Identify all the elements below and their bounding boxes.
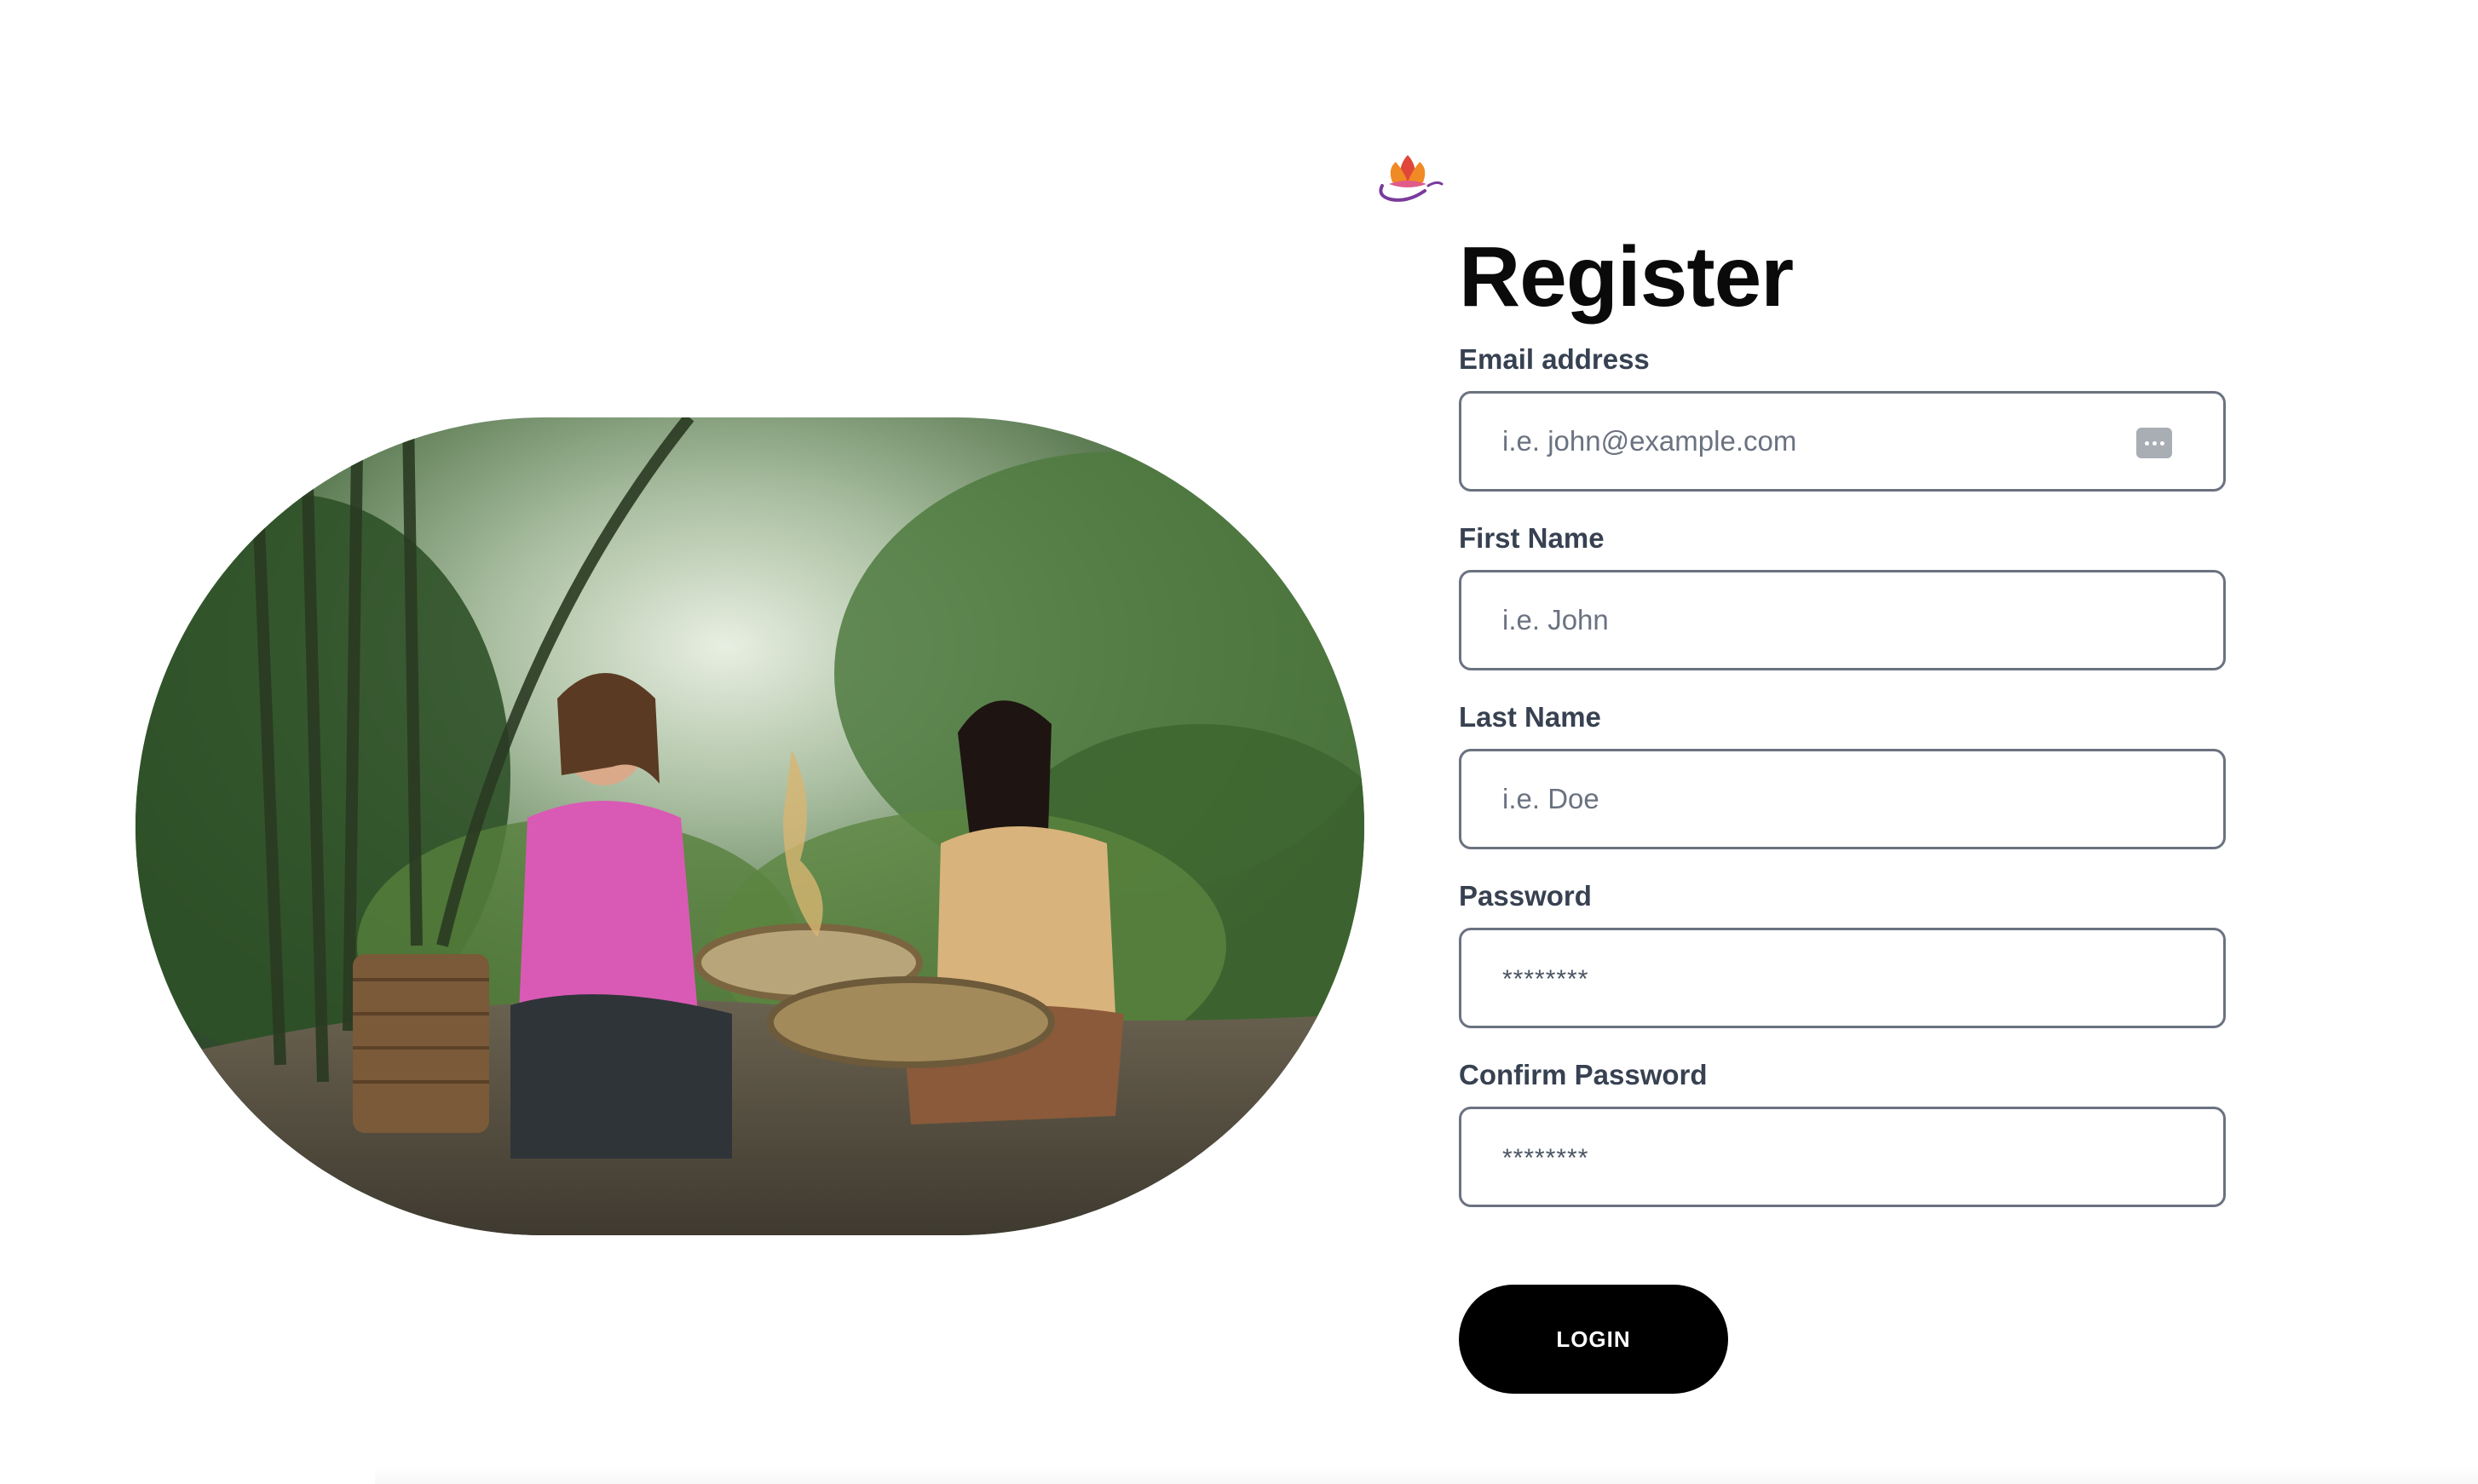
register-page: Register Email address First Name Last N…: [0, 0, 2478, 1484]
password-label: Password: [1459, 880, 1592, 912]
register-form: Register Email address First Name Last N…: [1459, 230, 2226, 1207]
confirm-password-input-box[interactable]: [1459, 1107, 2226, 1207]
last-name-field-group: Last Name: [1459, 700, 2226, 849]
email-input-box[interactable]: [1459, 391, 2226, 492]
email-label: Email address: [1459, 343, 1650, 375]
page-title: Register: [1459, 229, 1794, 325]
login-button[interactable]: LOGIN: [1459, 1285, 1728, 1394]
first-name-field[interactable]: [1461, 572, 2223, 668]
email-field-group: Email address: [1459, 342, 2226, 492]
confirm-password-field[interactable]: [1461, 1109, 2223, 1205]
last-name-label: Last Name: [1459, 701, 1601, 733]
password-field-group: Password: [1459, 879, 2226, 1028]
confirm-password-field-group: Confirm Password: [1459, 1058, 2226, 1207]
first-name-label: First Name: [1459, 522, 1605, 554]
email-field[interactable]: [1461, 394, 2223, 489]
first-name-input-box[interactable]: [1459, 570, 2226, 670]
page-bottom-divider: [375, 1467, 2478, 1484]
lotus-logo-icon[interactable]: [1374, 143, 1445, 204]
password-input-box[interactable]: [1459, 928, 2226, 1028]
first-name-field-group: First Name: [1459, 521, 2226, 670]
last-name-input-box[interactable]: [1459, 749, 2226, 849]
hero-image: [135, 417, 1364, 1235]
last-name-field[interactable]: [1461, 751, 2223, 847]
forest-photo-illustration: [135, 417, 1364, 1235]
confirm-password-label: Confirm Password: [1459, 1059, 1708, 1090]
password-field[interactable]: [1461, 930, 2223, 1026]
autofill-key-icon[interactable]: [2136, 428, 2172, 458]
